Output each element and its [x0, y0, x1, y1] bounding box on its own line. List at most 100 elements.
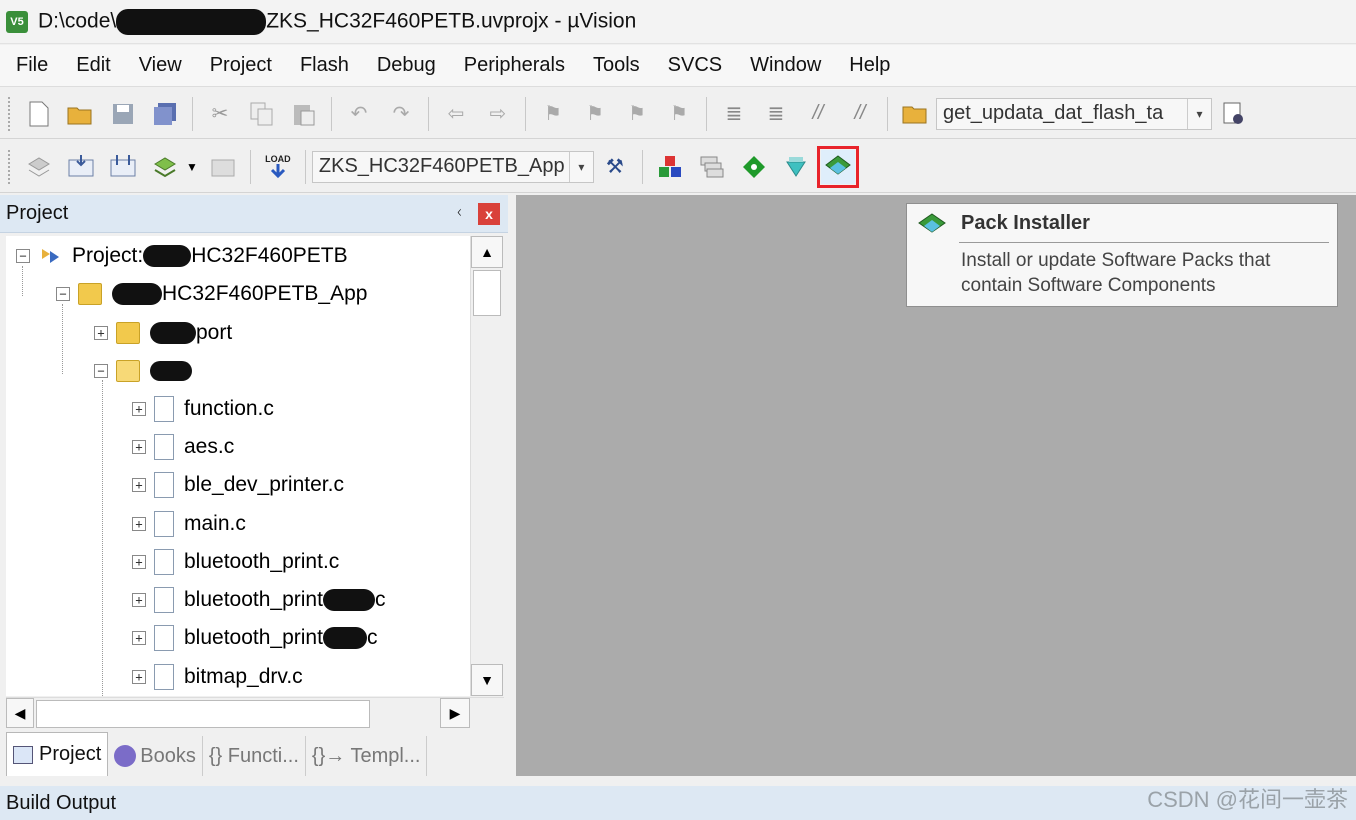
uvision-app-icon: V5: [6, 10, 28, 33]
tree-target[interactable]: − HC32F460PETB_App: [56, 277, 367, 311]
manage-components-icon[interactable]: [653, 150, 687, 184]
scroll-right-arrow-icon[interactable]: ▶: [440, 698, 470, 728]
menu-edit[interactable]: Edit: [76, 54, 110, 77]
toolbar-grip[interactable]: [8, 96, 12, 131]
collapse-icon[interactable]: −: [94, 364, 108, 378]
tree-file[interactable]: + bitmap_drv.c: [132, 660, 303, 694]
expand-icon[interactable]: +: [132, 593, 146, 607]
file-name: bluetooth_print: [184, 626, 323, 649]
cut-icon[interactable]: ✂: [203, 97, 237, 131]
menu-view[interactable]: View: [139, 54, 182, 77]
event-recorder-icon[interactable]: [737, 150, 771, 184]
tree-group-port[interactable]: + port: [94, 316, 232, 350]
chevron-down-icon[interactable]: ▾: [1187, 98, 1211, 129]
tree-file[interactable]: + bluetooth_print.c: [132, 545, 339, 579]
new-file-icon[interactable]: [22, 97, 56, 131]
menu-svcs[interactable]: SVCS: [668, 54, 722, 77]
bookmark-prev-icon[interactable]: ⚑: [578, 97, 612, 131]
scroll-thumb[interactable]: [36, 700, 370, 728]
collapse-icon[interactable]: −: [16, 249, 30, 263]
scroll-up-arrow-icon[interactable]: ▲: [471, 236, 503, 268]
menu-window[interactable]: Window: [750, 54, 821, 77]
tooltip-body: Install or update Software Packs that co…: [961, 250, 1271, 296]
redacted-blot: [322, 589, 375, 611]
unindent-icon[interactable]: ≣: [759, 97, 793, 131]
select-packs-icon[interactable]: [695, 150, 729, 184]
save-icon[interactable]: [106, 97, 140, 131]
open-folder-icon[interactable]: [64, 97, 98, 131]
menu-debug[interactable]: Debug: [377, 54, 436, 77]
scroll-down-arrow-icon[interactable]: ▼: [471, 664, 503, 696]
expand-icon[interactable]: +: [132, 517, 146, 531]
bookmark-icon[interactable]: ⚑: [536, 97, 570, 131]
tree-vertical-scrollbar[interactable]: ▲ ▼: [470, 236, 504, 696]
save-all-icon[interactable]: [148, 97, 182, 131]
batch-build-icon[interactable]: [148, 150, 182, 184]
tree-file[interactable]: + aes.c: [132, 430, 234, 464]
tree-file[interactable]: + main.c: [132, 507, 246, 541]
tree-project-root[interactable]: − Project: HC32F460PETB: [16, 239, 348, 273]
indent-icon[interactable]: ≣: [717, 97, 751, 131]
tab-functions[interactable]: {} Functi...: [203, 736, 306, 776]
comment-icon[interactable]: //: [801, 97, 835, 131]
find-in-files-icon[interactable]: [898, 97, 932, 131]
project-label: Project:: [72, 244, 144, 267]
tab-project-label: Project: [39, 743, 102, 765]
tree-file[interactable]: + bluetooth_print c: [132, 583, 385, 617]
tree-file[interactable]: + ble_dev_printer.c: [132, 468, 344, 502]
expand-icon[interactable]: +: [132, 555, 146, 569]
close-panel-button[interactable]: x: [478, 202, 500, 225]
expand-icon[interactable]: +: [132, 478, 146, 492]
pack-installer-icon[interactable]: [816, 145, 859, 188]
rebuild-icon[interactable]: [106, 150, 140, 184]
download-icon[interactable]: LOAD: [261, 150, 295, 184]
paste-icon[interactable]: [287, 97, 321, 131]
uncomment-icon[interactable]: //: [843, 97, 877, 131]
debug-session-icon[interactable]: [1216, 97, 1250, 131]
tree-horizontal-scrollbar[interactable]: ◀ ▶: [6, 697, 504, 729]
manage-run-time-env-icon[interactable]: [779, 150, 813, 184]
tab-project[interactable]: Project: [6, 732, 109, 776]
window-title-suffix: ZKS_HC32F460PETB.uvprojx - µVision: [266, 9, 637, 33]
collapse-icon[interactable]: −: [56, 287, 70, 301]
scroll-thumb[interactable]: [473, 270, 501, 316]
menu-flash[interactable]: Flash: [300, 54, 349, 77]
navigate-back-icon[interactable]: ⇦: [439, 97, 473, 131]
menu-file[interactable]: File: [16, 54, 48, 77]
expand-icon[interactable]: +: [132, 440, 146, 454]
expand-icon[interactable]: +: [94, 326, 108, 340]
tree-group-open[interactable]: −: [94, 354, 192, 388]
toolbar-separator: [641, 149, 643, 184]
expand-icon[interactable]: +: [132, 402, 146, 416]
menu-project[interactable]: Project: [210, 54, 272, 77]
redo-icon[interactable]: ↷: [384, 97, 418, 131]
tab-templates[interactable]: {}→ Templ...: [306, 736, 428, 776]
expand-icon[interactable]: +: [132, 670, 146, 684]
tree-file[interactable]: + function.c: [132, 392, 274, 426]
expand-icon[interactable]: +: [132, 631, 146, 645]
menu-tools[interactable]: Tools: [593, 54, 640, 77]
copy-icon[interactable]: [245, 97, 279, 131]
toolbar-separator: [304, 149, 306, 184]
redacted-blot: [150, 361, 192, 381]
translate-icon[interactable]: [22, 150, 56, 184]
toolbar-grip[interactable]: [8, 149, 12, 184]
stop-build-icon[interactable]: [206, 150, 240, 184]
scroll-left-arrow-icon[interactable]: ◀: [6, 698, 34, 728]
target-options-icon[interactable]: ⚒: [598, 150, 632, 184]
tree-file[interactable]: + bluetooth_print c: [132, 621, 377, 655]
target-combo[interactable]: ZKS_HC32F460PETB_App ▾: [311, 150, 594, 183]
undo-icon[interactable]: ↶: [342, 97, 376, 131]
function-combo[interactable]: get_updata_dat_flash_ta ▾: [936, 97, 1212, 130]
bookmark-next-icon[interactable]: ⚑: [620, 97, 654, 131]
menu-peripherals[interactable]: Peripherals: [464, 54, 565, 77]
bookmark-clear-icon[interactable]: ⚑: [662, 97, 696, 131]
pin-icon[interactable]: ᚲ: [454, 205, 464, 223]
navigate-forward-icon[interactable]: ⇨: [481, 97, 515, 131]
build-icon[interactable]: [64, 150, 98, 184]
tree-guide: [62, 304, 63, 374]
tab-books[interactable]: Books: [108, 736, 203, 776]
menu-help[interactable]: Help: [849, 54, 890, 77]
chevron-down-icon[interactable]: ▾: [568, 151, 593, 182]
chevron-down-icon[interactable]: ▼: [186, 160, 198, 174]
